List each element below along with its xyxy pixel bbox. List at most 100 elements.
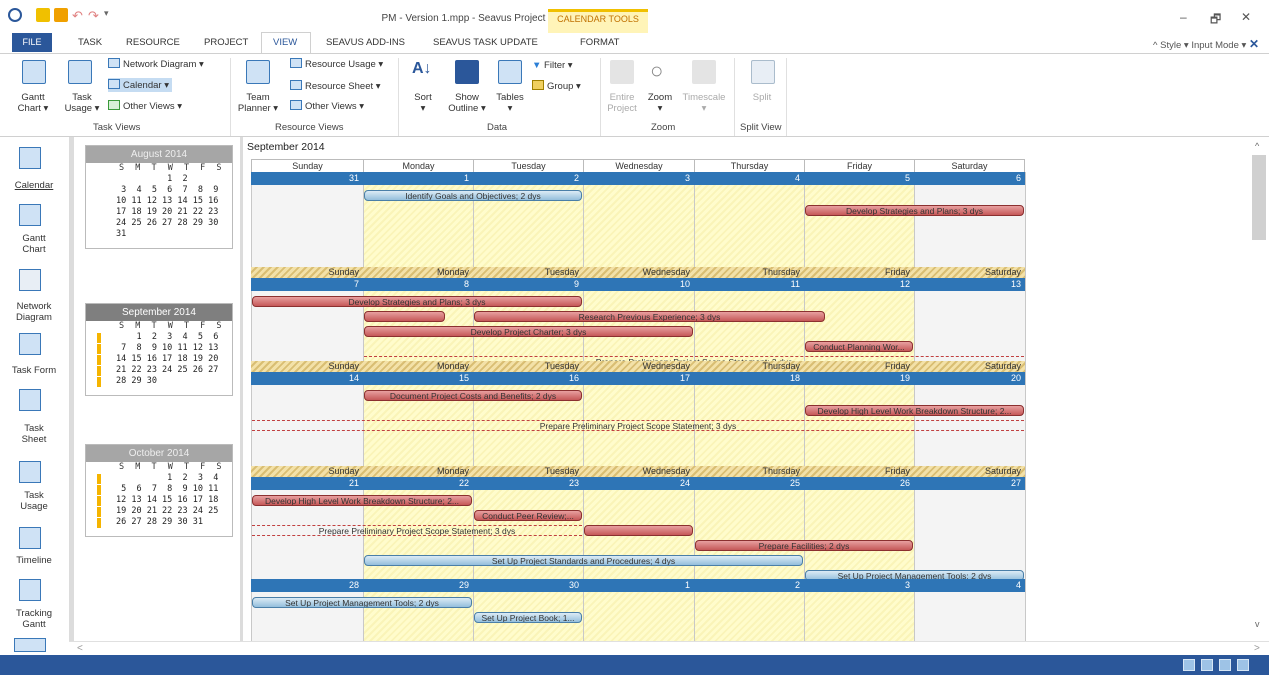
day-cell[interactable] — [914, 477, 1025, 579]
mini-calendar-week[interactable]: 10 11 12 13 14 15 16 — [86, 196, 232, 207]
zoom-button[interactable]: Zoom ▾ — [642, 92, 678, 114]
resource-sheet-button[interactable]: Resource Sheet ▾ — [290, 80, 381, 92]
app-icon[interactable] — [8, 8, 22, 22]
view-task-sheet[interactable]: Task Sheet — [0, 423, 68, 445]
input-mode-dropdown[interactable]: Input Mode — [1191, 40, 1239, 51]
task-bar[interactable]: Prepare Preliminary Project Scope Statem… — [252, 525, 582, 536]
task-bar[interactable]: Prepare Facilities; 2 dys — [695, 540, 913, 551]
calendar-button[interactable]: Calendar ▾ — [108, 78, 172, 92]
resource-sheet-shortcut-icon[interactable] — [1237, 659, 1249, 671]
date-number[interactable]: 18 — [694, 372, 800, 385]
team-planner-shortcut-icon[interactable] — [1219, 659, 1231, 671]
mini-calendar-title[interactable]: August 2014 — [86, 146, 232, 163]
task-bar[interactable]: Conduct Planning Wor... — [805, 341, 913, 352]
task-bar[interactable] — [364, 311, 445, 322]
day-cell[interactable] — [694, 172, 804, 278]
show-outline-button[interactable]: Show Outline ▾ — [440, 92, 494, 114]
date-number[interactable]: 27 — [914, 477, 1021, 490]
task-bar[interactable]: Document Project Costs and Benefits; 2 d… — [364, 390, 582, 401]
team-planner-button[interactable]: Team Planner ▾ — [232, 92, 284, 114]
tab-seavus-task-update[interactable]: SEAVUS TASK UPDATE — [433, 37, 538, 48]
task-usage-button[interactable]: Task Usage ▾ — [60, 92, 104, 114]
minimize-button[interactable]: – — [1180, 10, 1187, 24]
timescale-button[interactable]: Timescale ▾ — [680, 92, 728, 114]
date-number[interactable]: 8 — [363, 278, 469, 291]
day-cell[interactable] — [251, 278, 363, 372]
date-number[interactable]: 29 — [363, 579, 469, 592]
date-number[interactable]: 26 — [804, 477, 910, 490]
day-cell[interactable] — [473, 172, 583, 278]
date-number[interactable]: 28 — [251, 579, 359, 592]
group-button[interactable]: Group ▾ — [532, 80, 581, 92]
resource-other-views-button[interactable]: Other Views ▾ — [290, 100, 364, 112]
tab-format[interactable]: FORMAT — [580, 37, 619, 48]
network-diagram-button[interactable]: Network Diagram ▾ — [108, 58, 204, 70]
mini-calendar-week[interactable]: 19 20 21 22 23 24 25 — [86, 506, 232, 517]
date-number[interactable]: 30 — [473, 579, 579, 592]
gantt-view-shortcut-icon[interactable] — [1183, 659, 1195, 671]
day-cell[interactable] — [804, 477, 914, 579]
collapse-ribbon-icon[interactable]: ^ — [1153, 40, 1157, 51]
split-button[interactable]: Split — [744, 92, 780, 103]
view-tracking-gantt[interactable]: Tracking Gantt — [0, 608, 68, 630]
date-number[interactable]: 2 — [473, 172, 579, 185]
view-gantt-chart[interactable]: Gantt Chart — [0, 233, 68, 255]
date-number[interactable]: 21 — [251, 477, 359, 490]
date-number[interactable]: 4 — [694, 172, 800, 185]
mini-calendar-week[interactable]: 7 8 9 10 11 12 13 — [86, 343, 232, 354]
view-task-form[interactable]: Task Form — [0, 365, 68, 376]
date-number[interactable]: 4 — [914, 579, 1021, 592]
mini-calendar-week[interactable]: 1 2 3 4 — [86, 473, 232, 484]
task-bar[interactable]: Research Previous Experience; 3 dys — [474, 311, 825, 322]
mini-calendar-week[interactable]: 17 18 19 20 21 22 23 — [86, 207, 232, 218]
restore-button[interactable]: 🗗 — [1210, 10, 1221, 31]
date-number[interactable]: 11 — [694, 278, 800, 291]
mini-calendar-week[interactable]: 14 15 16 17 18 19 20 — [86, 354, 232, 365]
date-number[interactable]: 5 — [804, 172, 910, 185]
date-number[interactable]: 3 — [804, 579, 910, 592]
date-number[interactable]: 16 — [473, 372, 579, 385]
customize-qat-icon[interactable]: ▾ — [104, 8, 109, 22]
mini-calendar-week[interactable]: 1 2 3 4 5 6 — [86, 332, 232, 343]
tab-seavus-add-ins[interactable]: SEAVUS ADD-INS — [326, 37, 405, 48]
date-number[interactable]: 2 — [694, 579, 800, 592]
close-button[interactable]: ✕ — [1241, 10, 1251, 24]
redo-icon[interactable]: ↷ — [88, 8, 99, 23]
tab-file[interactable]: FILE — [12, 33, 52, 52]
tab-project[interactable]: PROJECT — [204, 37, 248, 48]
task-bar[interactable]: Conduct Peer Review;... — [474, 510, 582, 521]
date-number[interactable]: 24 — [583, 477, 690, 490]
filter-button[interactable]: ▼ Filter ▾ — [532, 60, 573, 71]
open-icon[interactable] — [54, 8, 68, 22]
date-number[interactable]: 14 — [251, 372, 359, 385]
sort-button[interactable]: Sort ▾ — [408, 92, 438, 114]
horizontal-scrollbar[interactable]: < > — [69, 641, 1269, 655]
mini-calendar-week[interactable]: 28 29 30 — [86, 376, 232, 387]
date-number[interactable]: 1 — [583, 579, 690, 592]
mini-calendar-week[interactable]: 1 2 — [86, 174, 232, 185]
resource-usage-button[interactable]: Resource Usage ▾ — [290, 58, 383, 70]
date-number[interactable]: 19 — [804, 372, 910, 385]
date-number[interactable]: 23 — [473, 477, 579, 490]
date-number[interactable]: 9 — [473, 278, 579, 291]
more-views-icon[interactable] — [14, 638, 46, 652]
view-task-usage[interactable]: Task Usage — [0, 490, 68, 512]
tab-view[interactable]: VIEW — [273, 37, 297, 48]
task-bar[interactable]: Develop Strategies and Plans; 3 dys — [805, 205, 1024, 216]
mini-calendar-week[interactable]: 24 25 26 27 28 29 30 — [86, 218, 232, 229]
day-cell[interactable] — [804, 172, 914, 278]
view-timeline[interactable]: Timeline — [0, 555, 68, 566]
tab-task[interactable]: TASK — [78, 37, 102, 48]
gantt-chart-button[interactable]: Gantt Chart ▾ — [6, 92, 60, 114]
mini-calendar-title[interactable]: October 2014 — [86, 445, 232, 462]
entire-project-button[interactable]: Entire Project — [602, 92, 642, 114]
vertical-scroll-thumb[interactable] — [1252, 155, 1266, 240]
other-views-button[interactable]: Other Views ▾ — [108, 100, 182, 112]
undo-icon[interactable]: ↶ — [72, 8, 83, 23]
date-number[interactable]: 1 — [363, 172, 469, 185]
date-number[interactable]: 10 — [583, 278, 690, 291]
task-bar[interactable]: Identify Goals and Objectives; 2 dys — [364, 190, 582, 201]
day-cell[interactable] — [363, 172, 473, 278]
task-bar[interactable]: Set Up Project Book; 1... — [474, 612, 582, 623]
save-icon[interactable] — [36, 8, 50, 22]
